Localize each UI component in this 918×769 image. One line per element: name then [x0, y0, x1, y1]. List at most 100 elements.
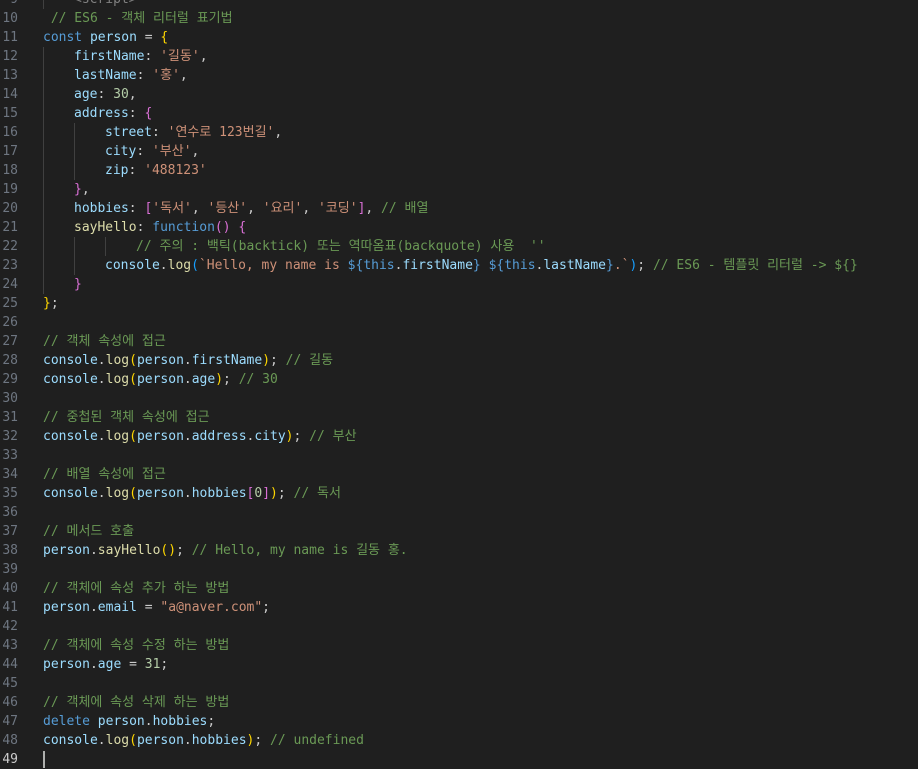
code-token: .: [183, 429, 192, 444]
code-token: '길동': [160, 49, 200, 64]
code-token: :: [97, 87, 114, 102]
code-token: // ES6 - 템플릿 리터럴 -> ${}: [652, 258, 858, 273]
indent-guide: [43, 161, 44, 180]
line-number: 38: [2, 543, 18, 558]
code-token: 0: [254, 486, 263, 501]
code-token: }: [74, 182, 82, 197]
code-token: :: [136, 68, 153, 83]
code-line[interactable]: 43 // 객체에 속성 수정 하는 방법: [0, 636, 918, 655]
code-token: (: [129, 353, 137, 368]
code-token: ,: [199, 49, 208, 64]
code-token: console: [43, 733, 98, 748]
line-number: 37: [2, 524, 18, 539]
code-line[interactable]: 31 // 중첩된 객체 속성에 접근: [0, 408, 918, 427]
code-line[interactable]: 14 age: 30,: [0, 85, 918, 104]
code-line[interactable]: 32 console.log(person.address.city); // 부…: [0, 427, 918, 446]
code-line[interactable]: 23 console.log(`Hello, my name is ${this.…: [0, 256, 918, 275]
code-token: .: [159, 258, 168, 273]
code-text: // 객체에 속성 수정 하는 방법: [43, 636, 229, 655]
line-number: 40: [2, 581, 18, 596]
code-line[interactable]: 49: [0, 750, 918, 769]
code-line[interactable]: 42: [0, 617, 918, 636]
indent-guide: [43, 256, 44, 275]
code-token: person: [136, 429, 184, 444]
code-token: // 배열 속성에 접근: [43, 467, 166, 482]
code-line[interactable]: 16 street: '연수로 123번길',: [0, 123, 918, 142]
code-line[interactable]: 35 console.log(person.hobbies[0]); // 독서: [0, 484, 918, 503]
code-line[interactable]: 34 // 배열 속성에 접근: [0, 465, 918, 484]
code-line[interactable]: 33: [0, 446, 918, 465]
code-line[interactable]: 15 address: {: [0, 104, 918, 123]
code-token: age: [74, 87, 98, 102]
code-token: ;: [254, 733, 271, 748]
indent-guide: [74, 256, 75, 275]
line-number: 12: [2, 49, 18, 64]
code-token: ;: [50, 296, 59, 311]
code-line[interactable]: 46 // 객체에 속성 삭제 하는 방법: [0, 693, 918, 712]
code-text: console.log(person.hobbies); // undefine…: [43, 731, 364, 750]
code-token: <script>: [74, 0, 137, 7]
code-token: ,: [128, 87, 137, 102]
code-token: hobbies: [191, 486, 247, 501]
code-token: // 객체에 속성 추가 하는 방법: [43, 581, 230, 596]
code-line[interactable]: 20 hobbies: ['독서', '등산', '요리', '코딩'], // …: [0, 199, 918, 218]
code-text: delete person.hobbies;: [43, 712, 215, 731]
code-line[interactable]: 30: [0, 389, 918, 408]
code-line[interactable]: 36: [0, 503, 918, 522]
code-line[interactable]: 9 <script>: [0, 0, 918, 9]
indent-guide: [43, 199, 44, 218]
line-number: 17: [2, 144, 18, 159]
code-text: // 배열 속성에 접근: [43, 465, 166, 484]
code-line[interactable]: 40 // 객체에 속성 추가 하는 방법: [0, 579, 918, 598]
line-number: 32: [2, 429, 18, 444]
code-token: person: [43, 657, 90, 672]
code-token: firstName: [191, 353, 263, 368]
code-line[interactable]: 27 // 객체 속성에 접근: [0, 332, 918, 351]
code-line[interactable]: 48 console.log(person.hobbies); // undefi…: [0, 731, 918, 750]
code-line[interactable]: 10 // ES6 - 객체 리터럴 표기법: [0, 9, 918, 28]
code-line[interactable]: 17 city: '부산',: [0, 142, 918, 161]
code-token: ,: [302, 201, 318, 216]
code-line[interactable]: 44 person.age = 31;: [0, 655, 918, 674]
indent-guide: [43, 0, 44, 9]
code-line[interactable]: 11 const person = {: [0, 28, 918, 47]
line-number: 48: [2, 733, 18, 748]
code-token: ;: [176, 543, 192, 558]
line-number: 49: [2, 752, 18, 767]
code-line[interactable]: 21 sayHello: function() {: [0, 218, 918, 237]
code-line[interactable]: 29 console.log(person.age); // 30: [0, 370, 918, 389]
code-editor[interactable]: 9 <script> 10 // ES6 - 객체 리터럴 표기법 11 const p…: [0, 0, 918, 769]
code-line[interactable]: 45: [0, 674, 918, 693]
code-line[interactable]: 24}: [0, 275, 918, 294]
code-token: ;: [637, 258, 653, 273]
code-line[interactable]: 12 firstName: '길동',: [0, 47, 918, 66]
code-line[interactable]: 41 person.email = "a@naver.com";: [0, 598, 918, 617]
code-line[interactable]: 28 console.log(person.firstName); // 길동: [0, 351, 918, 370]
code-text: city: '부산',: [105, 142, 199, 161]
code-line[interactable]: 37 // 메서드 호출: [0, 522, 918, 541]
code-line[interactable]: 22 // 주의 : 백틱(backtick) 또는 역따옴표(backquote…: [0, 237, 918, 256]
code-token: (: [191, 258, 199, 273]
code-line[interactable]: 38 person.sayHello(); // Hello, my name i…: [0, 541, 918, 560]
code-token: .`: [613, 258, 630, 273]
code-line[interactable]: 26: [0, 313, 918, 332]
code-token: ): [215, 372, 224, 387]
line-number: 13: [2, 68, 18, 83]
code-line[interactable]: 25};: [0, 294, 918, 313]
code-token: // 독서: [293, 486, 341, 501]
code-token: 31: [144, 657, 161, 672]
code-line[interactable]: 47 delete person.hobbies;: [0, 712, 918, 731]
code-line[interactable]: 19},: [0, 180, 918, 199]
code-text: street: '연수로 123번길',: [105, 123, 282, 142]
code-text: console.log(`Hello, my name is ${this.fi…: [105, 256, 858, 275]
code-line[interactable]: 13 lastName: '홍',: [0, 66, 918, 85]
code-line[interactable]: 39: [0, 560, 918, 579]
code-line[interactable]: 18 zip: '488123': [0, 161, 918, 180]
code-token: ,: [179, 68, 188, 83]
code-text: person.sayHello(); // Hello, my name is …: [43, 541, 408, 560]
code-text: console.log(person.age); // 30: [43, 370, 278, 389]
code-token: // 부산: [309, 429, 357, 444]
indent-guide: [74, 161, 75, 180]
code-token: ]: [262, 486, 271, 501]
line-number: 20: [2, 201, 18, 216]
